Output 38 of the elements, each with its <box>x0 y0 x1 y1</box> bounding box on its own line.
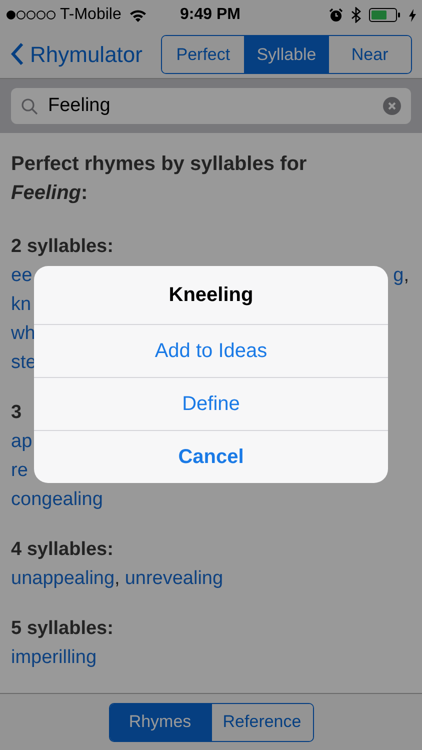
alert-action[interactable]: Add to Ideas <box>34 324 388 377</box>
syllable-heading: 4 syllables: <box>11 538 114 562</box>
rhyme-link[interactable]: wh <box>11 319 36 348</box>
syllable-heading: 2 syllables: <box>11 235 114 260</box>
back-button[interactable]: Rhymulator <box>10 38 142 71</box>
bottom-tab[interactable]: Rhymes <box>110 704 210 741</box>
charging-bolt-icon <box>409 8 416 22</box>
search-field[interactable]: Feeling <box>11 88 411 124</box>
alarm-clock-icon <box>329 8 343 22</box>
comma: , <box>114 567 120 592</box>
results-title: Perfect rhymes by syllables for Feeling: <box>11 152 308 206</box>
wifi-icon <box>129 8 148 22</box>
rhyme-link[interactable]: ap <box>11 427 32 456</box>
segment-tab[interactable]: Near <box>328 36 411 73</box>
chevron-left-icon <box>10 42 24 66</box>
rhyme-link[interactable]: unappealing <box>11 564 115 594</box>
bluetooth-icon <box>351 7 361 24</box>
carrier-name: T-Mobile <box>60 5 122 26</box>
segment-tab[interactable]: Syllable <box>244 36 328 73</box>
rhyme-link[interactable]: kn <box>11 290 32 320</box>
alert-action[interactable]: Cancel <box>34 430 388 483</box>
clock-time: 9:49 PM <box>180 5 240 26</box>
rhyme-link[interactable]: imperilling <box>11 643 97 672</box>
rhyme-link[interactable]: ee <box>11 261 32 290</box>
syllable-heading: 5 syllables: <box>11 617 114 642</box>
search-icon <box>21 98 38 115</box>
comma: , <box>404 264 409 288</box>
battery-icon <box>369 8 401 22</box>
alert-action[interactable]: Define <box>34 377 388 430</box>
syllable-heading: 3 <box>11 401 22 426</box>
signal-strength-icon <box>6 10 56 20</box>
clear-icon[interactable] <box>383 97 401 116</box>
rhyme-link[interactable]: g <box>393 261 404 290</box>
alert-title: Kneeling <box>168 283 254 308</box>
rhyme-link[interactable]: congealing <box>11 485 103 514</box>
rhyme-link[interactable]: re <box>11 456 28 486</box>
bottom-tab[interactable]: Reference <box>210 704 312 741</box>
rhyme-link[interactable]: unrevealing <box>124 564 224 594</box>
